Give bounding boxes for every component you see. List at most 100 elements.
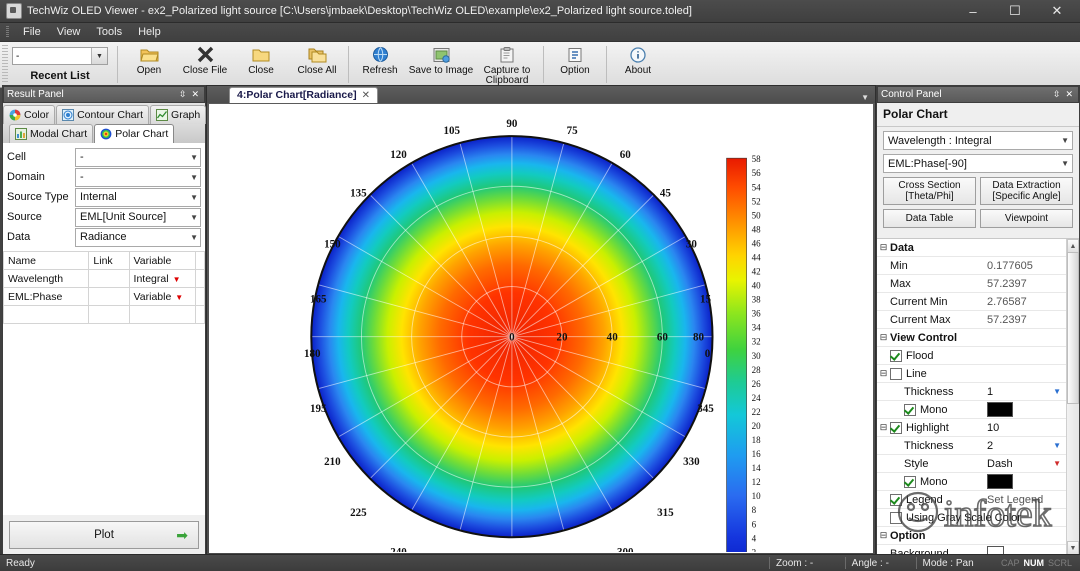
row-legend[interactable]: Legend Set Legend [877,491,1067,509]
tab-scroll-icon[interactable]: ▼ [861,93,875,103]
viewpoint-button[interactable]: Viewpoint [980,209,1073,228]
line-mono-checkbox[interactable] [904,403,916,416]
chevron-down-icon[interactable]: ▼ [1061,159,1069,168]
toolbar-about-button[interactable]: About [610,42,666,87]
table-row[interactable]: EML:Phase Variable ▼ [2,287,205,306]
chevron-down-icon[interactable]: ▼ [1053,441,1061,450]
chevron-down-icon[interactable]: ▼ [190,173,198,182]
scrollbar-thumb[interactable] [1067,252,1079,404]
dropdown-triangle-icon[interactable]: ▼ [173,275,181,284]
control-panel-property-list[interactable]: ⊟ Data Min 0.177605 Max 57.2397 Current … [877,238,1079,555]
field-cell-combo[interactable]: - ▼ [75,147,201,167]
plot-button[interactable]: Plot ➡ [9,521,199,549]
chevron-down-icon[interactable]: ▼ [1053,387,1061,396]
tab-polar-chart[interactable]: Polar Chart [94,124,175,143]
scroll-up-icon[interactable]: ▲ [1067,239,1079,253]
close-icon[interactable]: ✕ [362,90,370,101]
toolbar-save-to-image-button[interactable]: Save to Image [408,42,474,87]
row-emlphase-variable[interactable]: Variable ▼ [128,287,197,306]
row-highlight-value[interactable]: 10 [987,422,999,434]
dropdown-triangle-icon[interactable]: ▼ [175,293,183,302]
row-emlphase-link[interactable] [88,287,130,306]
tab-modal-chart[interactable]: Modal Chart [9,124,94,143]
legend-checkbox[interactable] [890,493,902,506]
row-line-mono[interactable]: Mono [877,401,1067,419]
section-data[interactable]: ⊟ Data [877,239,1067,257]
row-line[interactable]: ⊟ Line [877,365,1067,383]
phase-combo[interactable]: EML:Phase[-90] ▼ [883,154,1073,173]
close-button[interactable]: ✕ [1036,1,1078,22]
data-extraction-button[interactable]: Data Extraction [Specific Angle] [980,177,1073,205]
pin-icon[interactable]: ⇳ [1053,89,1061,100]
scroll-down-icon[interactable]: ▼ [1067,541,1079,555]
toolbar-close-all-button[interactable]: Close All [289,42,345,87]
chevron-down-icon[interactable]: ▼ [190,213,198,222]
field-source-combo[interactable]: EML[Unit Source] ▼ [75,207,201,227]
pin-icon[interactable]: ⇳ [179,89,187,100]
collapse-icon[interactable]: ⊟ [877,530,890,541]
chevron-down-icon[interactable]: ▼ [91,48,107,64]
toolbar-close-file-button[interactable]: Close File [177,42,233,87]
recent-list-combo[interactable]: - ▼ [12,47,108,65]
table-row[interactable]: Wavelength Integral ▼ [2,269,205,288]
collapse-icon[interactable]: ⊟ [877,422,890,433]
polar-chart-canvas[interactable]: 90 75 60 45 30 15 105 120 135 150 165 18… [209,104,873,553]
document-tab-polar-chart[interactable]: 4:Polar Chart[Radiance] ✕ [229,87,379,103]
close-icon[interactable]: ✕ [1065,89,1073,100]
cross-section-button[interactable]: Cross Section [Theta/Phi] [883,177,976,205]
row-wavelength-variable[interactable]: Integral ▼ [128,269,197,288]
chevron-down-icon[interactable]: ▼ [1053,459,1061,468]
chevron-down-icon[interactable]: ▼ [190,233,198,242]
wavelength-combo[interactable]: Wavelength : Integral ▼ [883,131,1073,150]
collapse-icon[interactable]: ⊟ [877,368,890,379]
row-flood[interactable]: Flood [877,347,1067,365]
collapse-icon[interactable]: ⊟ [877,332,890,343]
svg-text:52: 52 [752,196,762,206]
toolbar-refresh-button[interactable]: Refresh [352,42,408,87]
tab-graph[interactable]: Graph [150,105,207,124]
row-current-max-value[interactable]: 57.2397 [987,314,1027,326]
row-highlight-mono[interactable]: Mono [877,473,1067,491]
menu-help[interactable]: Help [130,24,169,40]
row-highlight-thickness[interactable]: Thickness 2 ▼ [877,437,1067,455]
row-current-min-value[interactable]: 2.76587 [987,296,1027,308]
flood-checkbox[interactable] [890,349,902,362]
section-option[interactable]: ⊟ Option [877,527,1067,545]
line-mono-color-swatch[interactable] [987,402,1013,417]
menu-tools[interactable]: Tools [88,24,130,40]
field-domain-combo[interactable]: - ▼ [75,167,201,187]
row-wavelength-link[interactable] [88,269,130,288]
chevron-down-icon[interactable]: ▼ [190,193,198,202]
control-panel-scrollbar[interactable]: ▲ ▼ [1066,239,1079,555]
grayscale-checkbox[interactable] [890,511,902,524]
row-highlight-style[interactable]: Style Dash ▼ [877,455,1067,473]
toolbar-capture-to-clipboard-button[interactable]: Capture to Clipboard [474,42,540,87]
menu-file[interactable]: File [15,24,49,40]
collapse-icon[interactable]: ⊟ [877,242,890,253]
chevron-down-icon[interactable]: ▼ [190,153,198,162]
section-view-control[interactable]: ⊟ View Control [877,329,1067,347]
highlight-checkbox[interactable] [890,421,902,434]
maximize-button[interactable]: ☐ [994,1,1036,22]
row-highlight[interactable]: ⊟ Highlight 10 [877,419,1067,437]
tab-contour-chart[interactable]: Contour Chart [56,105,150,124]
row-current-min[interactable]: Current Min 2.76587 [877,293,1067,311]
toolbar-open-button[interactable]: Open [121,42,177,87]
row-line-thickness[interactable]: Thickness 1 ▼ [877,383,1067,401]
chevron-down-icon[interactable]: ▼ [1061,136,1069,145]
toolbar-close-button[interactable]: Close [233,42,289,87]
line-checkbox[interactable] [890,367,902,380]
field-source-type-combo[interactable]: Internal ▼ [75,187,201,207]
close-icon[interactable]: ✕ [191,89,199,100]
highlight-mono-color-swatch[interactable] [987,474,1013,489]
row-grayscale[interactable]: Using Gray Scale Color [877,509,1067,527]
set-legend-link[interactable]: Set Legend [987,494,1043,506]
field-data-combo[interactable]: Radiance ▼ [75,227,201,247]
toolbar-option-button[interactable]: Option [547,42,603,87]
highlight-mono-checkbox[interactable] [904,475,916,488]
tab-color[interactable]: Color [3,105,56,124]
menu-view[interactable]: View [49,24,89,40]
data-table-button[interactable]: Data Table [883,209,976,228]
row-current-max[interactable]: Current Max 57.2397 [877,311,1067,329]
minimize-button[interactable]: – [952,1,994,22]
